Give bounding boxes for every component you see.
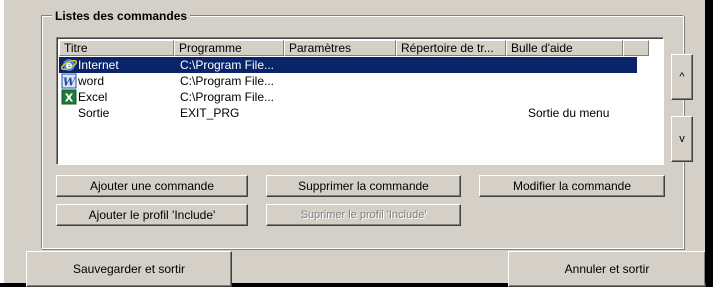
column-header-empty	[623, 40, 649, 56]
move-down-button[interactable]: v	[671, 116, 693, 162]
list-item-word[interactable]: W word C:\Program File...	[59, 73, 637, 89]
list-item-title: word	[78, 74, 105, 88]
column-header-bulle[interactable]: Bulle d'aide	[506, 40, 623, 56]
list-item-sortie[interactable]: Sortie EXIT_PRG Sortie du menu	[59, 105, 637, 121]
save-and-exit-button[interactable]: Sauvegarder et sortir	[26, 251, 232, 287]
cancel-and-exit-button[interactable]: Annuler et sortir	[508, 251, 706, 287]
modify-command-button[interactable]: Modifier la commande	[479, 175, 665, 197]
add-command-button[interactable]: Ajouter une commande	[56, 175, 248, 197]
column-header-parametres[interactable]: Paramètres	[284, 40, 396, 56]
column-header-repertoire[interactable]: Répertoire de tr...	[396, 40, 506, 56]
column-header-programme[interactable]: Programme	[174, 40, 284, 56]
delete-command-button[interactable]: Supprimer la commande	[266, 175, 461, 197]
svg-text:W: W	[63, 76, 77, 89]
list-item-excel[interactable]: X Excel C:\Program File...	[59, 89, 637, 105]
dialog-window: Listes des commandes Titre Programme Par…	[0, 0, 713, 287]
commands-groupbox-title: Listes des commandes	[52, 9, 191, 23]
internet-explorer-icon: e	[61, 59, 77, 72]
list-item-title: Internet	[78, 58, 119, 72]
svg-text:e: e	[66, 61, 73, 72]
column-header-titre[interactable]: Titre	[59, 40, 174, 56]
list-item-title: Excel	[78, 90, 108, 104]
listview-header: Titre Programme Paramètres Répertoire de…	[59, 40, 649, 56]
list-item-program: C:\Program File...	[180, 74, 275, 88]
list-item-program: EXIT_PRG	[180, 106, 240, 120]
excel-icon: X	[61, 89, 77, 105]
commands-listview[interactable]: Titre Programme Paramètres Répertoire de…	[56, 37, 664, 165]
list-item-tooltip: Sortie du menu	[528, 106, 610, 120]
add-include-profile-button[interactable]: Ajouter le profil 'Include'	[56, 204, 248, 226]
list-item-internet[interactable]: e Internet C:\Program File...	[59, 57, 637, 73]
delete-include-profile-button: Suprimer le profil 'Include'	[266, 204, 461, 226]
word-icon: W	[61, 73, 77, 89]
move-up-button[interactable]: ^	[671, 54, 693, 100]
list-item-program: C:\Program File...	[180, 58, 275, 72]
window-left-edge	[0, 0, 4, 283]
svg-text:X: X	[65, 92, 74, 105]
list-item-program: C:\Program File...	[180, 90, 275, 104]
list-item-title: Sortie	[78, 106, 110, 120]
